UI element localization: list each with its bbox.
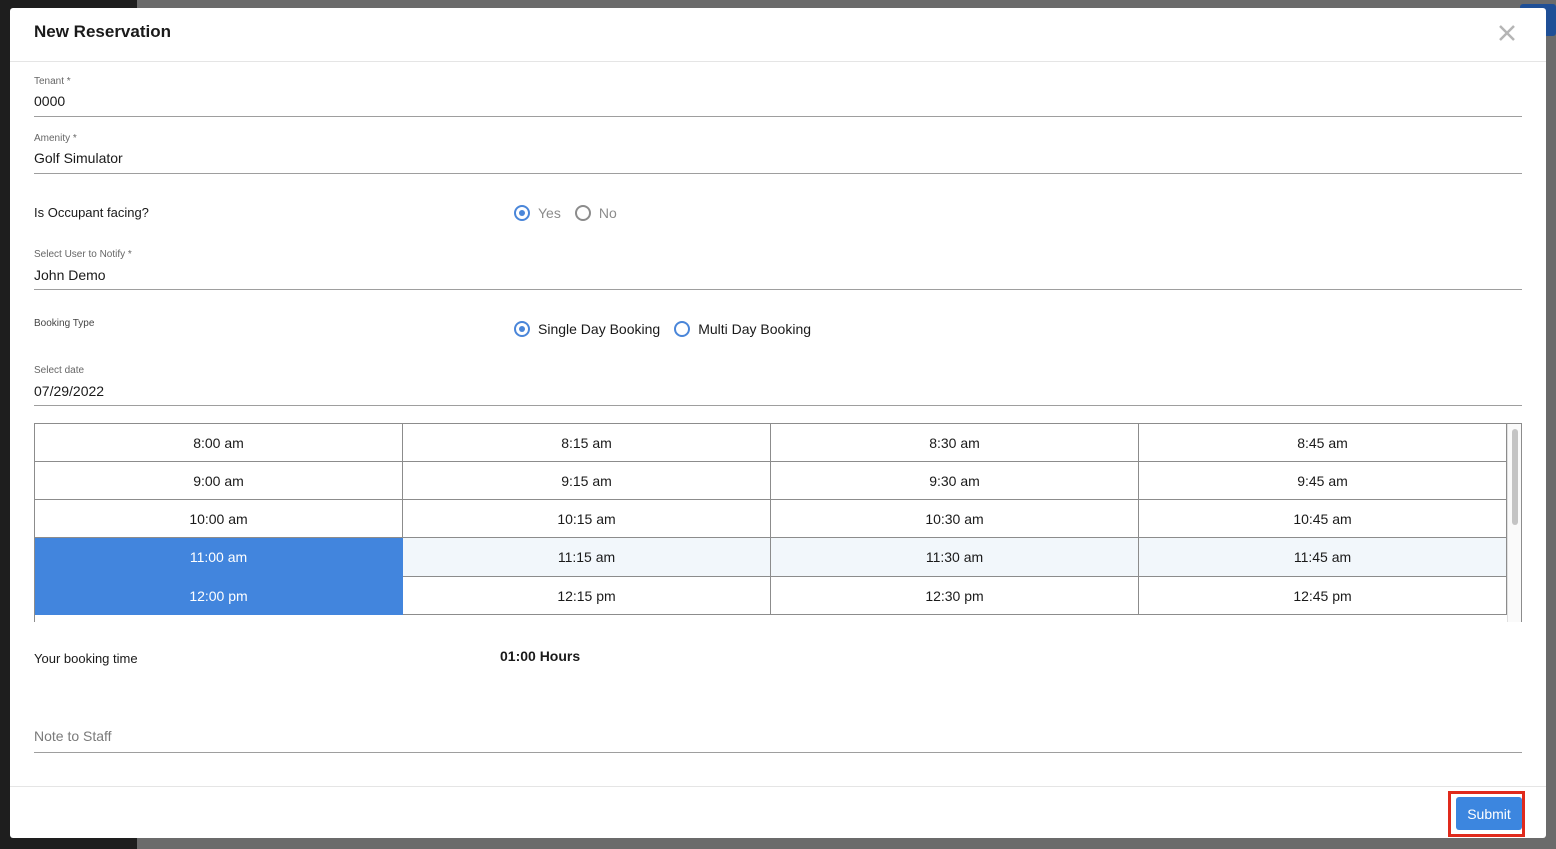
time-slot[interactable]: 9:30 am: [770, 461, 1139, 500]
time-slot[interactable]: 8:30 am: [770, 424, 1139, 462]
radio-unchecked-icon: [574, 205, 591, 221]
time-slot[interactable]: 8:15 am: [402, 424, 771, 462]
modal-title: New Reservation: [34, 22, 171, 41]
time-slot-grid[interactable]: 8:00 am 8:15 am 8:30 am 8:45 am 9:00 am 9:15 …: [34, 423, 1522, 622]
time-slot-row: 9:00 am 9:15 am 9:30 am 9:45 am: [35, 461, 1507, 500]
time-slot[interactable]: 10:30 am: [770, 499, 1139, 538]
time-slot[interactable]: 12:15 pm: [402, 576, 771, 615]
amenity-field[interactable]: Amenity * Golf Simulator: [34, 133, 1522, 174]
tenant-label: Tenant *: [34, 76, 71, 87]
occupant-facing-yes-label: Yes: [538, 205, 561, 221]
date-value: 07/29/2022: [34, 383, 105, 399]
time-slot-row: 8:00 am 8:15 am 8:30 am 8:45 am: [35, 424, 1507, 462]
time-slot-row: 12:00 pm 12:15 pm 12:30 pm 12:45 pm: [35, 576, 1507, 615]
time-slot[interactable]: 9:45 am: [1138, 461, 1507, 500]
time-slot-row: 10:00 am 10:15 am 10:30 am 10:45 am: [35, 499, 1507, 538]
time-slot[interactable]: 12:00 pm: [35, 576, 403, 615]
new-reservation-modal: New Reservation Tenant * 0000 Amenity * …: [10, 8, 1546, 838]
notify-user-label: Select User to Notify *: [34, 249, 132, 260]
close-icon[interactable]: [1494, 20, 1520, 46]
time-slot[interactable]: 11:30 am: [770, 537, 1139, 577]
date-label: Select date: [34, 365, 85, 376]
radio-checked-icon: [514, 205, 530, 221]
modal-header: New Reservation: [10, 8, 1546, 62]
time-slot[interactable]: 10:15 am: [402, 499, 771, 538]
booking-type-radio-group: Single Day Booking Multi Day Booking: [514, 321, 825, 337]
tenant-field[interactable]: Tenant * 0000: [34, 76, 1522, 117]
modal-footer: Submit: [10, 786, 1546, 838]
amenity-label: Amenity *: [34, 133, 77, 144]
occupant-facing-radio-group: Yes No: [514, 205, 631, 221]
time-slot[interactable]: 9:15 am: [402, 461, 771, 500]
time-slot[interactable]: 11:45 am: [1138, 537, 1507, 577]
time-slot[interactable]: 8:45 am: [1138, 424, 1507, 462]
single-day-booking-option[interactable]: Single Day Booking: [514, 321, 660, 337]
time-slot[interactable]: 11:15 am: [402, 537, 771, 577]
time-slot-table: 8:00 am 8:15 am 8:30 am 8:45 am 9:00 am 9:15 …: [35, 424, 1507, 615]
submit-button[interactable]: Submit: [1456, 797, 1522, 830]
time-slot[interactable]: 8:00 am: [35, 424, 403, 462]
time-grid-scrollbar[interactable]: [1507, 424, 1521, 622]
time-slot[interactable]: 11:00 am: [35, 537, 403, 577]
date-field[interactable]: Select date 07/29/2022: [34, 365, 1522, 406]
booking-time-value: 01:00 Hours: [500, 648, 581, 664]
occupant-facing-label: Is Occupant facing?: [34, 205, 149, 220]
single-day-booking-label: Single Day Booking: [538, 321, 661, 337]
amenity-value: Golf Simulator: [34, 150, 123, 166]
booking-type-label: Booking Type: [34, 318, 95, 329]
time-slot-row: 11:00 am 11:15 am 11:30 am 11:45 am: [35, 537, 1507, 577]
notify-user-field[interactable]: Select User to Notify * John Demo: [34, 249, 1522, 290]
time-slot[interactable]: 10:45 am: [1138, 499, 1507, 538]
scrollbar-thumb[interactable]: [1512, 429, 1518, 525]
multi-day-booking-label: Multi Day Booking: [698, 321, 812, 337]
time-slot[interactable]: 12:45 pm: [1138, 576, 1507, 615]
note-to-staff-input[interactable]: [34, 720, 1522, 744]
occupant-facing-no[interactable]: No: [574, 205, 617, 221]
time-slot[interactable]: 10:00 am: [35, 499, 403, 538]
radio-unchecked-icon: [674, 321, 691, 337]
time-slot[interactable]: 12:30 pm: [770, 576, 1139, 615]
tenant-value: 0000: [34, 93, 66, 109]
multi-day-booking-option[interactable]: Multi Day Booking: [674, 321, 811, 337]
time-slot[interactable]: 9:00 am: [35, 461, 403, 500]
occupant-facing-no-label: No: [598, 205, 617, 221]
note-to-staff-field: [34, 720, 1522, 753]
booking-time-label: Your booking time: [34, 651, 138, 666]
notify-user-value: John Demo: [34, 267, 106, 283]
radio-checked-icon: [514, 321, 530, 337]
occupant-facing-yes[interactable]: Yes: [514, 205, 561, 221]
